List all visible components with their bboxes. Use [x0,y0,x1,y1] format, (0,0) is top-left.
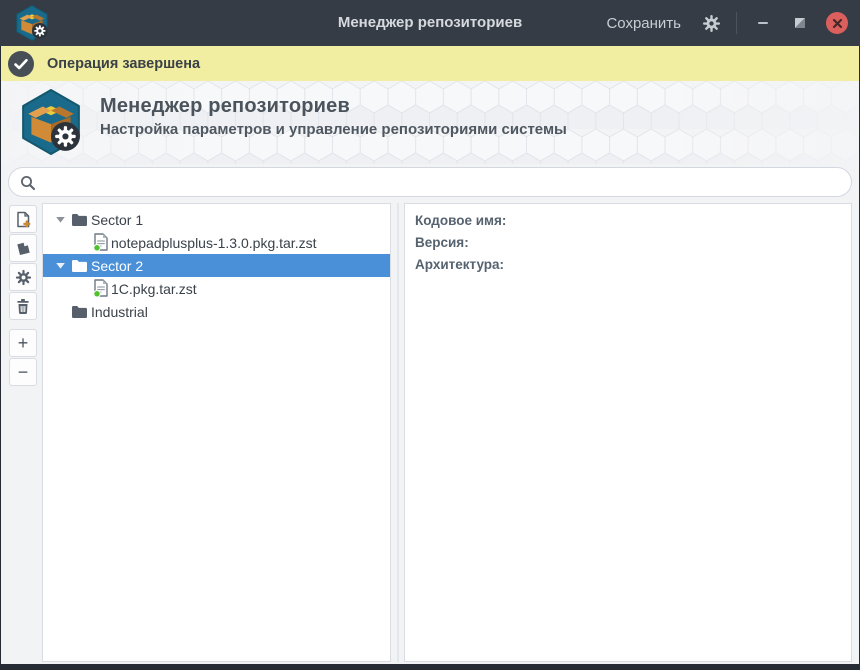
export-package-button[interactable] [9,234,37,262]
status-dot [94,245,101,252]
add-repo-button[interactable]: + [9,329,37,357]
package-file-icon [93,279,109,298]
folder-icon [71,213,88,227]
remove-repo-button[interactable]: − [9,358,37,386]
expander-down-icon[interactable] [55,214,66,225]
notification-bar: Операция завершена [0,46,860,81]
minimize-button[interactable] [752,12,774,34]
architecture-label: Архитектура: [415,254,841,276]
tree-row-sector1[interactable]: Sector 1 [43,208,390,231]
tree-item-label: 1C.pkg.tar.zst [111,281,197,297]
gear-icon [15,269,32,286]
tree-item-label: Industrial [91,304,148,320]
page-title: Менеджер репозиториев [100,95,567,118]
notification-text: Операция завершена [47,56,200,72]
close-icon [832,18,843,29]
package-file-icon [93,233,109,252]
codename-label: Кодовое имя: [415,210,841,232]
window-border-bottom [0,664,860,670]
save-button[interactable]: Сохранить [600,11,687,36]
page-subtitle: Настройка параметров и управление репози… [100,121,567,138]
app-icon-large [18,89,84,155]
tree-item-label: notepadplusplus-1.3.0.pkg.tar.zst [111,235,316,251]
file-plus-icon [15,211,32,228]
minimize-icon [757,17,769,29]
success-check-icon [8,51,34,77]
titlebar-controls: Сохранить [600,0,848,46]
titlebar: Менеджер репозиториев Сохранить [0,0,860,46]
search-bar [8,167,852,197]
gear-icon [702,14,721,33]
close-button[interactable] [826,12,848,34]
tree-row-package-notepadplusplus[interactable]: notepadplusplus-1.3.0.pkg.tar.zst [43,231,390,254]
add-package-button[interactable] [9,205,37,233]
tree-row-industrial[interactable]: Industrial [43,300,390,323]
trash-icon [15,298,31,315]
delete-button[interactable] [9,292,37,320]
window-border-left [0,46,1,670]
tree-item-label: Sector 2 [91,258,143,274]
panel-splitter[interactable] [397,203,399,662]
folder-icon [71,305,88,319]
package-details-panel: Кодовое имя: Версия: Архитектура: [404,203,852,662]
document-export-icon [15,240,32,257]
repository-tree: Sector 1 notepadplusplus-1.3.0.pkg.tar.z… [42,203,391,662]
titlebar-separator [736,12,737,34]
version-label: Версия: [415,232,841,254]
header-banner: Менеджер репозиториев Настройка параметр… [0,81,860,164]
restore-icon [794,17,806,29]
app-icon [14,5,50,41]
plus-icon: + [18,334,29,352]
settings-button[interactable] [9,263,37,291]
app-window: Менеджер репозиториев Сохранить [0,0,860,670]
folder-icon [71,259,88,273]
minus-icon: − [18,363,29,381]
tree-row-package-1c[interactable]: 1C.pkg.tar.zst [43,277,390,300]
expander-down-icon[interactable] [55,260,66,271]
search-input[interactable] [43,169,839,195]
restore-button[interactable] [789,12,811,34]
status-dot [94,291,101,298]
titlebar-settings-button[interactable] [702,14,721,33]
tree-item-label: Sector 1 [91,212,143,228]
tree-row-sector2[interactable]: Sector 2 [43,254,390,277]
search-icon [20,175,36,191]
